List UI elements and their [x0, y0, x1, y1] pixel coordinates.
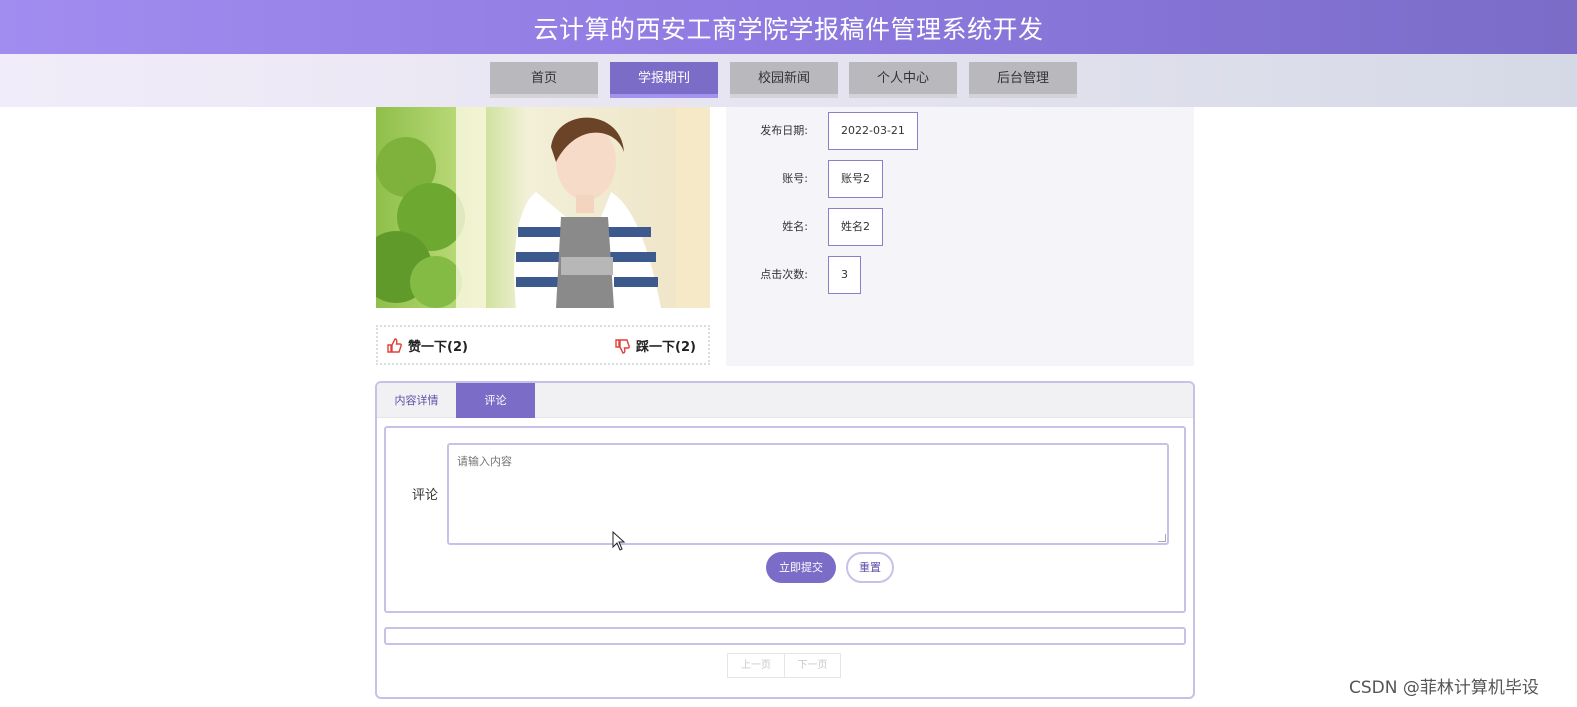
like-button[interactable]: 赞一下(2): [386, 336, 468, 355]
thumbs-up-icon: [386, 338, 402, 354]
nav-home[interactable]: 首页: [490, 62, 598, 98]
info-label: 姓名:: [782, 220, 808, 233]
watermark: CSDN @菲林计算机毕设: [1349, 678, 1539, 698]
resize-grip-icon[interactable]: [1158, 534, 1166, 542]
nav-personal-center[interactable]: 个人中心: [849, 62, 957, 98]
comment-list: [384, 627, 1186, 645]
mouse-cursor-icon: [612, 531, 626, 551]
comment-input[interactable]: [447, 443, 1169, 545]
article-info-panel: 发布日期: 2022-03-21 账号: 账号2 姓名: 姓名2 点击次数: 3: [726, 107, 1194, 366]
dislike-button[interactable]: 踩一下(2): [614, 336, 696, 355]
info-label: 发布日期:: [760, 124, 808, 137]
next-page-button[interactable]: 下一页: [784, 654, 840, 677]
site-title: 云计算的西安工商学院学报稿件管理系统开发: [533, 15, 1044, 44]
info-label: 点击次数:: [760, 268, 808, 281]
info-value: 姓名2: [828, 208, 883, 246]
nav-campus-news[interactable]: 校园新闻: [730, 62, 838, 98]
main-nav: 首页 学报期刊 校园新闻 个人中心 后台管理: [0, 54, 1577, 107]
submit-button[interactable]: 立即提交: [766, 552, 836, 583]
site-header: 云计算的西安工商学院学报稿件管理系统开发: [0, 0, 1577, 54]
info-label: 账号:: [782, 172, 808, 185]
like-label: 赞一下(2): [408, 340, 468, 355]
nav-admin[interactable]: 后台管理: [969, 62, 1077, 98]
comment-form: 评论 立即提交 重置: [384, 426, 1186, 613]
tab-bar: 内容详情 评论: [377, 383, 1193, 418]
comment-label: 评论: [412, 488, 439, 503]
info-value: 账号2: [828, 160, 883, 198]
vote-box: 赞一下(2) 踩一下(2): [376, 325, 710, 365]
dislike-label: 踩一下(2): [636, 340, 696, 355]
article-cover-image: [376, 107, 710, 308]
tab-comments[interactable]: 评论: [456, 383, 535, 418]
prev-page-button[interactable]: 上一页: [728, 654, 784, 677]
thumbs-down-icon: [614, 338, 630, 354]
pagination: 上一页 下一页: [727, 653, 841, 678]
reset-button[interactable]: 重置: [846, 552, 894, 583]
info-value: 3: [828, 256, 861, 294]
nav-journal[interactable]: 学报期刊: [610, 62, 718, 98]
info-value: 2022-03-21: [828, 112, 918, 150]
tab-content-detail[interactable]: 内容详情: [377, 383, 456, 418]
detail-tabs: 内容详情 评论 评论 立即提交 重置 上一页 下一页: [375, 381, 1195, 699]
